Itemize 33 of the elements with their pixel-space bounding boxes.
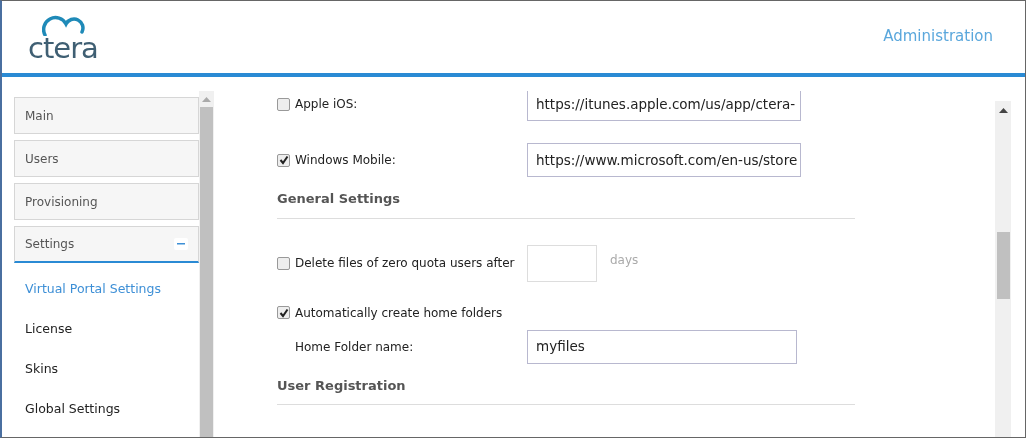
checkbox[interactable] bbox=[277, 256, 290, 270]
checkbox[interactable] bbox=[277, 306, 290, 319]
section-heading: User Registration bbox=[277, 375, 855, 405]
sidebar-item-label: Users bbox=[25, 150, 59, 168]
sidebar-item-label: Main bbox=[25, 107, 54, 125]
sidebar-item-label: Settings bbox=[25, 236, 75, 253]
field-label: Delete files of zero quota users after bbox=[295, 255, 515, 272]
sidebar-subitem[interactable]: Virtual Portal Settings bbox=[14, 269, 199, 309]
scrollbar-thumb bbox=[996, 232, 1010, 299]
scroll-up-icon bbox=[202, 96, 211, 102]
sidebar-item[interactable]: Users bbox=[14, 140, 199, 177]
field-label: Home Folder name: bbox=[295, 338, 414, 356]
sidebar-subitem[interactable]: Skins bbox=[14, 349, 199, 389]
scroll-up-icon bbox=[998, 107, 1008, 113]
sidebar-item[interactable]: Provisioning bbox=[14, 183, 199, 220]
unit-label: days bbox=[610, 252, 639, 269]
input-field[interactable]: myfiles bbox=[527, 329, 797, 364]
logo-text: ctera bbox=[28, 34, 98, 63]
sidebar-subitem[interactable]: Global Settings bbox=[14, 389, 199, 429]
sidebar-item[interactable]: Main bbox=[14, 97, 199, 134]
cloud-icon bbox=[42, 14, 86, 36]
checkbox[interactable] bbox=[277, 97, 290, 111]
section-heading: General Settings bbox=[277, 189, 855, 219]
sidebar-item[interactable]: Settings bbox=[14, 226, 199, 263]
sidebar-item-label: Provisioning bbox=[25, 193, 98, 211]
url-field[interactable]: https://itunes.apple.com/us/app/ctera- bbox=[527, 91, 801, 121]
number-field[interactable] bbox=[527, 244, 597, 282]
field-label: Windows Mobile: bbox=[295, 152, 396, 169]
url-field[interactable]: https://www.microsoft.com/en-us/store bbox=[527, 143, 801, 177]
field-label: Apple iOS: bbox=[295, 96, 358, 113]
field-label: Automatically create home folders bbox=[295, 304, 503, 322]
checkbox[interactable] bbox=[277, 153, 290, 167]
sidebar-subitem[interactable]: License bbox=[14, 309, 199, 349]
